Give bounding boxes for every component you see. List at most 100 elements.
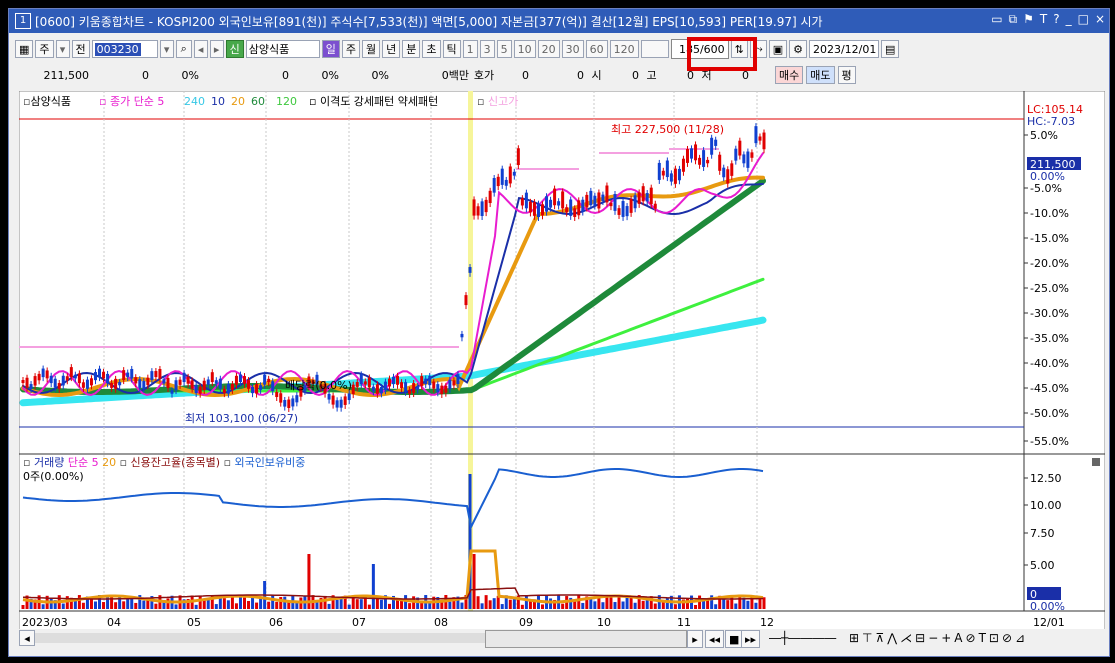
scrollbar-track[interactable] (35, 633, 485, 643)
candle-body (456, 374, 460, 385)
minimize-icon[interactable]: _ (1066, 12, 1072, 27)
interval-20[interactable]: 20 (537, 40, 560, 58)
copy-window-icon[interactable]: ⧉ (1009, 12, 1018, 27)
pyeong-button[interactable]: 평 (837, 66, 856, 84)
candle-body (577, 200, 581, 216)
x-axis-right-label: 12/01 (1033, 616, 1065, 629)
interval-1[interactable]: 1 (462, 40, 478, 58)
candle-body (673, 168, 677, 184)
volume-bar (61, 603, 65, 609)
candle-body (738, 140, 742, 156)
next-stock-icon[interactable]: ▸ (209, 40, 224, 58)
stock-code-input[interactable]: 003230 (91, 40, 158, 58)
help-icon[interactable]: ? (1053, 12, 1059, 27)
x-tick-label: 05 (187, 616, 201, 629)
font-icon[interactable]: T (1040, 12, 1047, 27)
title-bar: 1 [0600] 키움종합차트 - KOSPI200 외국인보유[891(천)]… (9, 9, 1109, 33)
candle-body (134, 377, 138, 384)
period-tick[interactable]: 틱 (442, 40, 461, 58)
sin-button[interactable]: 신 (225, 40, 244, 58)
custom-interval-input[interactable] (640, 40, 669, 58)
interval-60[interactable]: 60 (585, 40, 608, 58)
interval-5[interactable]: 5 (496, 40, 512, 58)
jong-dropdown-icon[interactable]: ▾ (55, 40, 70, 58)
period-second[interactable]: 초 (422, 40, 441, 58)
calendar-icon[interactable]: ▤ (880, 40, 900, 58)
legend-ma10[interactable]: 10 (211, 95, 225, 108)
interval-120[interactable]: 120 (609, 40, 639, 58)
period-minute[interactable]: 분 (402, 40, 421, 58)
legend-ma60[interactable]: 60 (251, 95, 265, 108)
date-input[interactable]: 2023/12/01 (808, 40, 879, 58)
candle-body (267, 378, 271, 383)
interval-30[interactable]: 30 (561, 40, 584, 58)
quote-hoga: 0 (522, 68, 529, 82)
candle-body (379, 386, 383, 394)
menu-icon[interactable]: ▦ (15, 40, 34, 58)
legend-ma-label[interactable]: ▫ 종가 단순 5 (99, 95, 164, 108)
period-month[interactable]: 월 (362, 40, 381, 58)
candle-body (73, 374, 77, 379)
pin-icon[interactable]: ⚑ (1023, 12, 1034, 27)
window-title: [0600] 키움종합차트 - KOSPI200 외국인보유[891(천)] 주… (35, 14, 823, 29)
legend-ma240[interactable]: 240 (184, 95, 205, 108)
volume-bar (73, 600, 77, 609)
panel-close-icon[interactable] (1092, 458, 1100, 466)
high-annotation: 최고 227,500 (11/28) (611, 123, 724, 136)
legend-rest[interactable]: ▫ 이격도 강세패턴 약세패턴 (309, 94, 438, 108)
volume-bar (267, 601, 271, 609)
x-tick-label: 11 (677, 616, 691, 629)
search-icon[interactable]: ⌕ (175, 40, 192, 58)
chart-canvas[interactable]: 2023/03 04 05 06 07 08 09 10 11 12 5.0% -5.0% -10.0… (19, 91, 1105, 631)
candle-body (653, 203, 657, 209)
jong-button[interactable]: 주 (35, 40, 54, 58)
candle-body (49, 375, 53, 384)
interval-10[interactable]: 10 (513, 40, 536, 58)
candle-body (166, 378, 170, 388)
volume-bar (166, 598, 170, 609)
volume-bar (484, 595, 488, 609)
restore-icon[interactable]: ▭ (991, 12, 1002, 27)
scrollbar-thumb[interactable] (485, 630, 687, 648)
save-icon[interactable]: ▣ (768, 40, 788, 58)
drawing-tools-icon[interactable]: ⊞⊤⊼⋀⋌⊟−+A⊘T⊡⊘⊿ (849, 631, 1028, 645)
forward-icon[interactable]: ▸▸ (741, 630, 761, 648)
zoom-slider-icon[interactable]: ―┼―――― (769, 631, 836, 645)
candle-body (669, 173, 673, 182)
legend-new-high[interactable]: ▫ 신고가 (477, 95, 518, 108)
scroll-left-icon[interactable]: ◂ (19, 630, 35, 646)
volume-bar (275, 601, 279, 609)
candle-body (400, 382, 404, 389)
rewind-icon[interactable]: ◂◂ (705, 630, 725, 648)
legend-ma120[interactable]: 120 (276, 95, 297, 108)
candle-body (617, 208, 621, 215)
candle-body (138, 379, 142, 388)
sell-button[interactable]: 매도 (806, 66, 835, 84)
jeon-button[interactable]: 전 (71, 40, 90, 58)
period-week[interactable]: 주 (341, 40, 361, 58)
legend-stock[interactable]: ▫삼양식품 (23, 95, 71, 108)
pct-tick-label: -40.0% (1030, 357, 1069, 370)
interval-3[interactable]: 3 (479, 40, 495, 58)
vol-legend[interactable]: ▫ 거래량 단순 5 20 ▫ 신용잔고율(종목별) ▫ 외국인보유비중 (23, 456, 305, 469)
maximize-icon[interactable]: □ (1078, 12, 1089, 27)
pct-tick-label: -25.0% (1030, 282, 1069, 295)
prev-stock-icon[interactable]: ◂ (193, 40, 208, 58)
volume-bar (279, 597, 283, 609)
pct-tick-label: -50.0% (1030, 407, 1069, 420)
candle-body (633, 195, 637, 209)
code-dropdown-icon[interactable]: ▾ (159, 40, 174, 58)
candle-body (230, 383, 234, 390)
settings-icon[interactable]: ⚙ (789, 40, 807, 58)
legend-ma20[interactable]: 20 (231, 95, 245, 108)
close-icon[interactable]: × (1095, 12, 1105, 27)
candle-body (690, 148, 694, 159)
period-year[interactable]: 년 (382, 40, 401, 58)
candle-body (178, 379, 182, 385)
play-icon[interactable]: ▸ (687, 630, 703, 648)
volume-bar (400, 600, 404, 609)
volume-bar (665, 598, 669, 609)
candle-body (557, 201, 561, 206)
period-day[interactable]: 일 (321, 40, 340, 58)
buy-button[interactable]: 매수 (775, 66, 804, 84)
